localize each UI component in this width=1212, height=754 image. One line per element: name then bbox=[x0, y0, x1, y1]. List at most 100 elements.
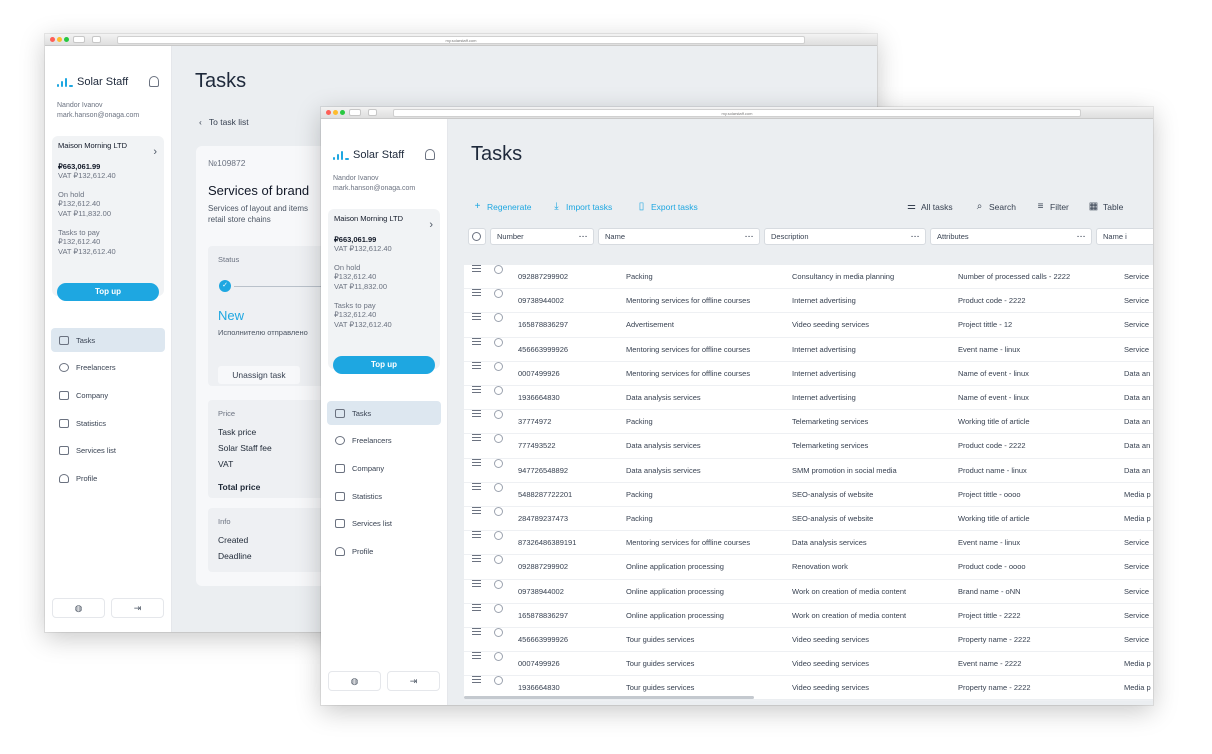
row-select-checkbox[interactable] bbox=[494, 555, 503, 565]
export-tasks-button[interactable]: ▯ Export tasks bbox=[636, 201, 698, 212]
account-card[interactable]: Maison Morning LTD › ₽663,061.99 VAT ₽13… bbox=[52, 136, 164, 296]
table-row[interactable]: 0007499926 Mentoring services for offline… bbox=[464, 361, 1153, 386]
minimize-window-button[interactable] bbox=[57, 37, 62, 42]
list-menu-icon[interactable] bbox=[472, 628, 481, 635]
sidebar-item-profile[interactable]: Profile bbox=[327, 539, 441, 563]
list-menu-icon[interactable] bbox=[472, 361, 481, 369]
import-tasks-button[interactable]: ⤓ Import tasks bbox=[551, 201, 612, 212]
url-bar[interactable]: my.solarstaff.com bbox=[393, 109, 1081, 117]
row-select-checkbox[interactable] bbox=[494, 434, 503, 444]
sidebar-item-company[interactable]: Company bbox=[327, 456, 441, 480]
column-header-number[interactable]: Number ··· bbox=[490, 228, 594, 245]
back-to-task-list[interactable]: ‹ To task list bbox=[199, 117, 249, 127]
list-menu-icon[interactable] bbox=[472, 507, 481, 514]
sidebar-toggle-button[interactable] bbox=[92, 36, 101, 43]
close-window-button[interactable] bbox=[50, 37, 55, 42]
list-menu-icon[interactable] bbox=[472, 265, 481, 272]
table-row[interactable]: 165878836297 Advertisement Video seeding s… bbox=[464, 313, 1153, 338]
account-card[interactable]: Maison Morning LTD › ₽663,061.99 VAT ₽13… bbox=[328, 209, 440, 369]
list-menu-icon[interactable] bbox=[472, 531, 481, 539]
table-view-button[interactable]: ▦ Table bbox=[1088, 201, 1124, 212]
table-row[interactable]: 165878836297 Online application processin… bbox=[464, 603, 1153, 628]
list-menu-icon[interactable] bbox=[472, 652, 481, 660]
chevron-right-icon[interactable]: › bbox=[153, 146, 157, 158]
column-header-name-i[interactable]: Name i bbox=[1096, 228, 1153, 245]
row-select-checkbox[interactable] bbox=[494, 507, 503, 516]
sidebar-item-freelancers[interactable]: Freelancers bbox=[51, 356, 165, 380]
sidebar-toggle-button[interactable] bbox=[368, 109, 377, 116]
all-tasks-button[interactable]: ⚌ All tasks bbox=[906, 201, 953, 212]
row-select-checkbox[interactable] bbox=[494, 579, 503, 589]
url-bar[interactable]: my.solarstaff.com bbox=[117, 36, 805, 44]
table-row[interactable]: 777493522 Data analysis services Telemarke… bbox=[464, 434, 1153, 459]
top-up-button[interactable]: Top up bbox=[57, 283, 159, 301]
row-select-checkbox[interactable] bbox=[494, 628, 503, 637]
table-row[interactable]: 947726548892 Data analysis services SMM pr… bbox=[464, 458, 1153, 483]
bell-icon[interactable] bbox=[425, 149, 435, 160]
row-select-checkbox[interactable] bbox=[494, 410, 503, 420]
table-row[interactable]: 092887299902 Online application processin… bbox=[464, 555, 1153, 580]
list-menu-icon[interactable] bbox=[472, 386, 481, 393]
logout-icon[interactable]: ⇥ bbox=[111, 598, 164, 618]
row-select-checkbox[interactable] bbox=[494, 531, 503, 541]
table-row[interactable]: 09738944002 Mentoring services for offlin… bbox=[464, 289, 1153, 314]
globe-icon[interactable]: ◍ bbox=[328, 671, 381, 691]
brand[interactable]: Solar Staff bbox=[333, 149, 404, 161]
row-select-checkbox[interactable] bbox=[494, 265, 503, 274]
sidebar-item-statistics[interactable]: Statistics bbox=[51, 411, 165, 435]
list-menu-icon[interactable] bbox=[472, 555, 481, 563]
minimize-window-button[interactable] bbox=[333, 110, 338, 115]
filter-button[interactable]: ≡ Filter bbox=[1035, 201, 1069, 212]
sidebar-item-profile[interactable]: Profile bbox=[51, 466, 165, 490]
globe-icon[interactable]: ◍ bbox=[52, 598, 105, 618]
sidebar-item-services-list[interactable]: Services list bbox=[327, 512, 441, 536]
more-icon[interactable]: ··· bbox=[911, 229, 920, 244]
sidebar-item-statistics[interactable]: Statistics bbox=[327, 484, 441, 508]
bell-icon[interactable] bbox=[149, 76, 159, 87]
row-select-checkbox[interactable] bbox=[494, 386, 503, 395]
row-select-checkbox[interactable] bbox=[494, 458, 503, 468]
sidebar-item-company[interactable]: Company bbox=[51, 383, 165, 407]
table-row[interactable]: 09738944002 Online application processing… bbox=[464, 579, 1153, 604]
row-select-checkbox[interactable] bbox=[494, 313, 503, 323]
more-icon[interactable]: ··· bbox=[745, 229, 754, 244]
table-row[interactable]: 456663999926 Mentoring services for offli… bbox=[464, 337, 1153, 362]
row-select-checkbox[interactable] bbox=[494, 652, 503, 662]
table-row[interactable]: 456663999926 Tour guides services Video se… bbox=[464, 628, 1153, 653]
table-row[interactable]: 284789237473 Packing SEO-analysis of websi… bbox=[464, 507, 1153, 532]
maximize-window-button[interactable] bbox=[340, 110, 345, 115]
list-menu-icon[interactable] bbox=[472, 603, 481, 611]
list-menu-icon[interactable] bbox=[472, 289, 481, 297]
list-menu-icon[interactable] bbox=[472, 434, 481, 442]
list-menu-icon[interactable] bbox=[472, 313, 481, 321]
sidebar-item-freelancers[interactable]: Freelancers bbox=[327, 429, 441, 453]
logout-icon[interactable]: ⇥ bbox=[387, 671, 440, 691]
back-forward-buttons[interactable] bbox=[349, 109, 361, 116]
unassign-task-button[interactable]: Unassign task bbox=[218, 366, 300, 384]
table-row[interactable]: 092887299902 Packing Consultancy in media … bbox=[464, 265, 1153, 290]
list-menu-icon[interactable] bbox=[472, 410, 481, 418]
column-header-description[interactable]: Description ··· bbox=[764, 228, 926, 245]
row-select-checkbox[interactable] bbox=[494, 337, 503, 347]
chevron-right-icon[interactable]: › bbox=[429, 219, 433, 231]
list-menu-icon[interactable] bbox=[472, 482, 481, 490]
table-row[interactable]: 0007499926 Tour guides services Video seed… bbox=[464, 652, 1153, 677]
row-select-checkbox[interactable] bbox=[494, 289, 503, 299]
table-row[interactable]: 37774972 Packing Telemarketing services Wor… bbox=[464, 410, 1153, 435]
list-menu-icon[interactable] bbox=[472, 579, 481, 587]
row-select-checkbox[interactable] bbox=[494, 482, 503, 492]
close-window-button[interactable] bbox=[326, 110, 331, 115]
table-row[interactable]: 5488287722201 Packing SEO-analysis of webs… bbox=[464, 482, 1153, 507]
list-menu-icon[interactable] bbox=[472, 676, 481, 684]
sidebar-item-tasks[interactable]: Tasks bbox=[51, 328, 165, 352]
top-up-button[interactable]: Top up bbox=[333, 356, 435, 374]
brand[interactable]: Solar Staff bbox=[57, 76, 128, 88]
sidebar-item-tasks[interactable]: Tasks bbox=[327, 401, 441, 425]
back-forward-buttons[interactable] bbox=[73, 36, 85, 43]
row-select-checkbox[interactable] bbox=[494, 361, 503, 371]
list-menu-icon[interactable] bbox=[472, 337, 481, 345]
horizontal-scrollbar[interactable] bbox=[464, 696, 754, 699]
search-button[interactable]: ⌕ Search bbox=[974, 201, 1016, 212]
column-header-attributes[interactable]: Attributes ··· bbox=[930, 228, 1092, 245]
table-row[interactable]: 1936664830 Data analysis services Internet… bbox=[464, 386, 1153, 411]
